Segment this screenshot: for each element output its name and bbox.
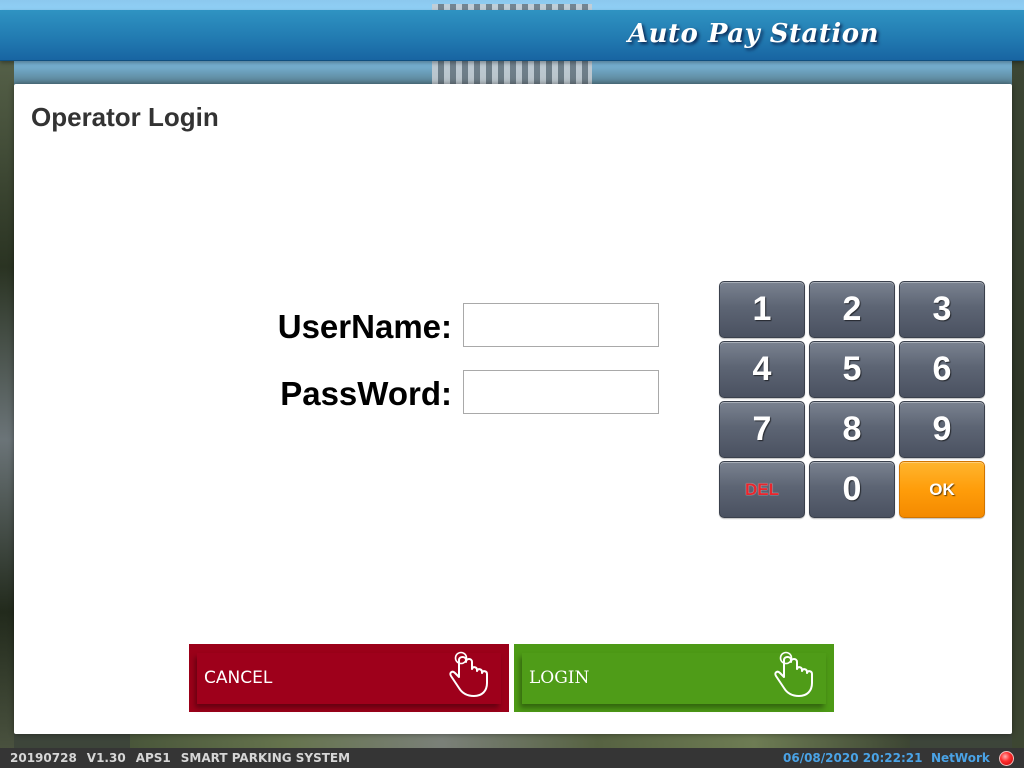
username-label: UserName: (277, 308, 452, 345)
datetime: 06/08/2020 20:22:21 (783, 751, 923, 765)
cancel-button-label: CANCEL (204, 668, 273, 688)
key-1[interactable]: 1 (719, 281, 805, 338)
key-8[interactable]: 8 (809, 401, 895, 458)
system-info: 20190728 V1.30 APS1 SMART PARKING SYSTEM (10, 751, 360, 765)
key-6[interactable]: 6 (899, 341, 985, 398)
login-button-label: LOGIN (529, 668, 590, 688)
password-label: PassWord: (280, 375, 452, 412)
key-0[interactable]: 0 (809, 461, 895, 518)
password-input[interactable] (463, 370, 659, 414)
delete-key[interactable]: DEL (719, 461, 805, 518)
page-title: Operator Login (31, 102, 219, 132)
network-status-indicator-icon (999, 751, 1014, 766)
login-panel: Operator Login UserName: PassWord: 1 2 3… (14, 84, 1012, 734)
key-4[interactable]: 4 (719, 341, 805, 398)
key-9[interactable]: 9 (899, 401, 985, 458)
build-date: 20190728 (10, 751, 77, 765)
key-3[interactable]: 3 (899, 281, 985, 338)
hand-pointer-icon (774, 651, 813, 697)
station-id: APS1 (135, 751, 171, 765)
system-name: SMART PARKING SYSTEM (180, 751, 351, 765)
key-7[interactable]: 7 (719, 401, 805, 458)
background-left-edge (0, 60, 14, 750)
version: V1.30 (86, 751, 126, 765)
key-5[interactable]: 5 (809, 341, 895, 398)
app-title: Auto Pay Station (627, 19, 879, 49)
numeric-keypad: 1 2 3 4 5 6 7 8 9 DEL 0 OK (719, 281, 985, 518)
header-bar: Auto Pay Station (0, 10, 1024, 61)
ok-key[interactable]: OK (899, 461, 985, 518)
cancel-button[interactable]: CANCEL (189, 644, 509, 712)
key-2[interactable]: 2 (809, 281, 895, 338)
network-label: NetWork (931, 751, 990, 765)
username-input[interactable] (463, 303, 659, 347)
hand-pointer-icon (449, 651, 488, 697)
status-bar: 20190728 V1.30 APS1 SMART PARKING SYSTEM 06… (0, 748, 1024, 768)
background-right-edge (1012, 60, 1024, 750)
login-button[interactable]: LOGIN (514, 644, 834, 712)
